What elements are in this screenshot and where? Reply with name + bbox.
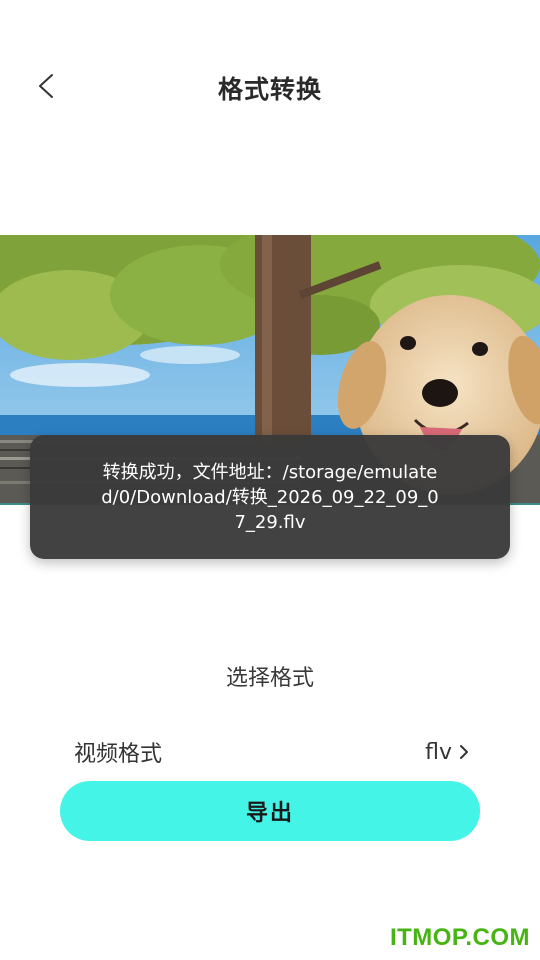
chevron-right-icon <box>460 745 468 759</box>
video-format-row[interactable]: 视频格式 flv <box>74 732 470 772</box>
video-format-value: flv <box>425 739 452 765</box>
header: 格式转换 <box>0 0 540 176</box>
toast-notification: 转换成功，文件地址：/storage/emulated/0/Download/转… <box>30 435 510 559</box>
export-button[interactable]: 导出 <box>60 781 480 841</box>
export-button-label: 导出 <box>245 801 294 826</box>
video-format-label: 视频格式 <box>74 742 163 767</box>
toast-message: 转换成功，文件地址：/storage/emulated/0/Download/转… <box>101 461 439 533</box>
page-title: 格式转换 <box>217 75 322 104</box>
watermark-logo: ITMOP.COM <box>389 924 530 951</box>
select-format-label: 选择格式 <box>225 666 314 691</box>
video-format-selector[interactable]: flv <box>425 740 470 765</box>
